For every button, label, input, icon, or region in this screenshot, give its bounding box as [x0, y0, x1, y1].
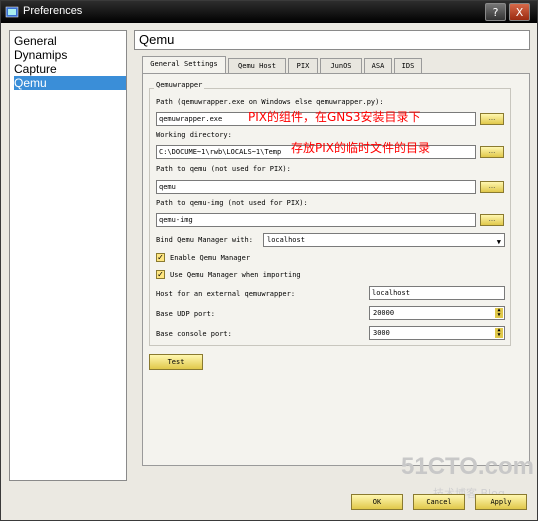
bind-select[interactable]: localhost ▼ — [263, 233, 505, 247]
nav-item-dynamips[interactable]: Dynamips — [14, 48, 126, 62]
nav-item-capture[interactable]: Capture — [14, 62, 126, 76]
qemuimg-path-input[interactable]: qemu-img — [156, 213, 476, 227]
use-manager-label: Use Qemu Manager when importing — [170, 271, 301, 279]
path-label: Path (qemuwrapper.exe on Windows else qe… — [156, 98, 384, 106]
tab-ids[interactable]: IDS — [394, 58, 422, 73]
host-label: Host for an external qemuwrapper: — [156, 290, 296, 298]
title-bar[interactable]: Preferences ? X — [1, 1, 537, 23]
spin-arrows-icon[interactable]: ▲ ▼ — [495, 328, 503, 338]
qemu-path-label: Path to qemu (not used for PIX): — [156, 165, 291, 173]
tab-general-settings[interactable]: General Settings — [142, 56, 226, 73]
workdir-annotation: 存放PIX的临时文件的目录 — [291, 141, 430, 155]
udp-port-spinbox[interactable]: 20000 ▲ ▼ — [369, 306, 505, 320]
host-input[interactable]: localhost — [369, 286, 505, 300]
app-icon — [5, 6, 19, 18]
workdir-label: Working directory: — [156, 131, 232, 139]
cancel-button[interactable]: Cancel — [413, 494, 465, 510]
nav-item-qemu[interactable]: Qemu — [14, 76, 126, 90]
qemuimg-browse-button[interactable]: ... — [480, 214, 504, 226]
category-list: General Dynamips Capture Qemu — [9, 30, 127, 481]
console-port-spinbox[interactable]: 3000 ▲ ▼ — [369, 326, 505, 340]
bind-label: Bind Qemu Manager with: — [156, 236, 253, 244]
bind-select-value: localhost — [267, 236, 305, 244]
window-title: Preferences — [23, 5, 83, 17]
console-port-value: 3000 — [373, 329, 390, 337]
preferences-window: Preferences ? X General Dynamips Capture… — [0, 0, 538, 521]
udp-port-value: 20000 — [373, 309, 395, 317]
enable-manager-label: Enable Qemu Manager — [170, 254, 251, 262]
watermark: 51CTO.com — [401, 453, 534, 480]
test-button[interactable]: Test — [149, 354, 203, 370]
enable-manager-checkbox[interactable]: ✓ — [156, 253, 165, 262]
close-button[interactable]: X — [509, 3, 530, 21]
qemu-browse-button[interactable]: ... — [480, 181, 504, 193]
tab-junos[interactable]: JunOS — [320, 58, 362, 73]
ok-button[interactable]: OK — [351, 494, 403, 510]
nav-item-general[interactable]: General — [14, 34, 126, 48]
tab-qemu-host[interactable]: Qemu Host — [228, 58, 286, 73]
console-port-label: Base console port: — [156, 330, 232, 338]
path-annotation: PIX的组件，在GNS3安装目录下 — [248, 110, 421, 124]
tab-asa[interactable]: ASA — [364, 58, 392, 73]
qemu-path-input[interactable]: qemu — [156, 180, 476, 194]
spin-arrows-icon[interactable]: ▲ ▼ — [495, 308, 503, 318]
group-title: Qemuwrapper — [154, 81, 205, 89]
udp-port-label: Base UDP port: — [156, 310, 216, 318]
tab-pix[interactable]: PIX — [288, 58, 318, 73]
help-button[interactable]: ? — [485, 3, 506, 21]
apply-button[interactable]: Apply — [475, 494, 527, 510]
qemuimg-path-label: Path to qemu-img (not used for PIX): — [156, 199, 308, 207]
page-header: Qemu — [134, 30, 530, 50]
workdir-browse-button[interactable]: ... — [480, 146, 504, 158]
path-browse-button[interactable]: ... — [480, 113, 504, 125]
use-manager-checkbox[interactable]: ✓ — [156, 270, 165, 279]
chevron-down-icon: ▼ — [496, 238, 501, 246]
